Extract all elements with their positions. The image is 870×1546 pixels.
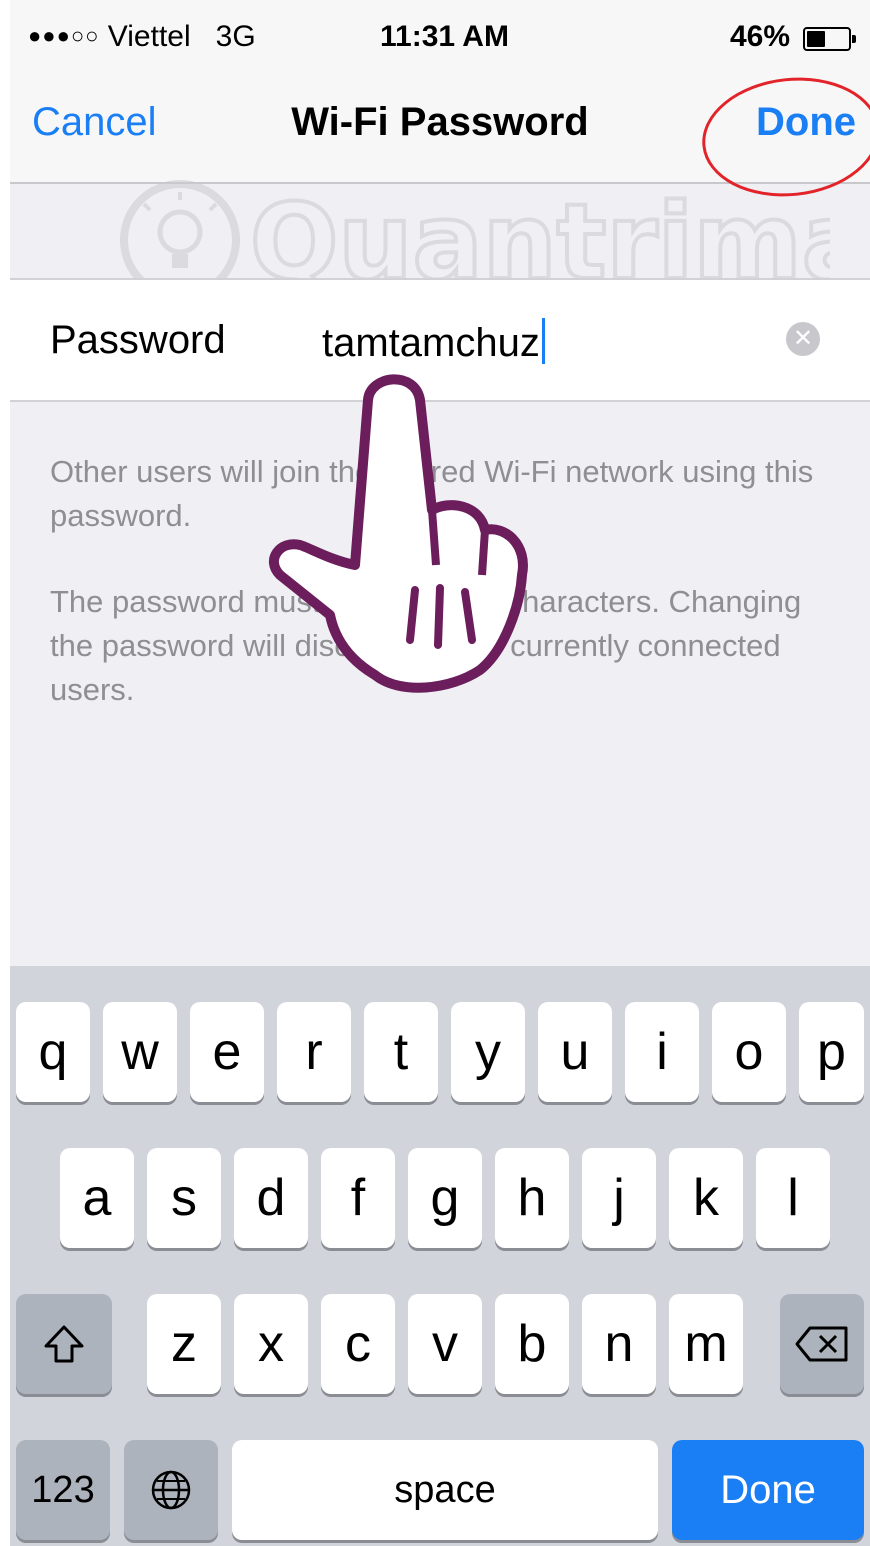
delete-key[interactable] bbox=[780, 1294, 864, 1394]
space-key[interactable]: space bbox=[232, 1440, 658, 1540]
key-t[interactable]: t bbox=[364, 1002, 438, 1102]
key-q[interactable]: q bbox=[16, 1002, 90, 1102]
screen: ●●●○○ Viettel 3G 11:31 AM 46% Cancel Wi-… bbox=[10, 0, 870, 1546]
network-type: 3G bbox=[215, 20, 256, 53]
keyboard-done-key[interactable]: Done bbox=[672, 1440, 864, 1540]
key-c[interactable]: c bbox=[321, 1294, 395, 1394]
keyboard: q w e r t y u i o p a s d f g h j k l z … bbox=[10, 966, 870, 1546]
key-j[interactable]: j bbox=[582, 1148, 656, 1248]
key-i[interactable]: i bbox=[625, 1002, 699, 1102]
delete-icon bbox=[795, 1326, 848, 1362]
key-b[interactable]: b bbox=[495, 1294, 569, 1394]
globe-icon bbox=[151, 1470, 191, 1510]
clear-text-icon[interactable]: ✕ bbox=[786, 322, 820, 356]
key-u[interactable]: u bbox=[538, 1002, 612, 1102]
footer-note-shared: Other users will join the shared Wi-Fi n… bbox=[50, 454, 814, 533]
key-l[interactable]: l bbox=[756, 1148, 830, 1248]
key-s[interactable]: s bbox=[147, 1148, 221, 1248]
key-z[interactable]: z bbox=[147, 1294, 221, 1394]
key-x[interactable]: x bbox=[234, 1294, 308, 1394]
password-row[interactable]: Password tamtamchuz ✕ bbox=[10, 278, 870, 402]
password-input[interactable]: tamtamchuz bbox=[322, 318, 545, 366]
globe-key[interactable] bbox=[124, 1440, 218, 1540]
battery-fill bbox=[807, 31, 825, 47]
key-n[interactable]: n bbox=[582, 1294, 656, 1394]
shift-key[interactable] bbox=[16, 1294, 112, 1394]
numbers-key[interactable]: 123 bbox=[16, 1440, 110, 1540]
key-a[interactable]: a bbox=[60, 1148, 134, 1248]
key-h[interactable]: h bbox=[495, 1148, 569, 1248]
key-m[interactable]: m bbox=[669, 1294, 743, 1394]
signal-strength-icon: ●●●○○ bbox=[28, 23, 100, 48]
status-bar: ●●●○○ Viettel 3G 11:31 AM 46% bbox=[10, 0, 870, 72]
battery-percent: 46% bbox=[730, 20, 791, 53]
battery-icon bbox=[803, 27, 856, 51]
carrier-name: Viettel bbox=[107, 20, 191, 53]
battery-nub bbox=[852, 35, 856, 43]
key-o[interactable]: o bbox=[712, 1002, 786, 1102]
carrier-info: ●●●○○ Viettel 3G bbox=[28, 20, 256, 54]
key-k[interactable]: k bbox=[669, 1148, 743, 1248]
password-label: Password bbox=[50, 318, 226, 362]
key-v[interactable]: v bbox=[408, 1294, 482, 1394]
footer-note-length: The password must be at least 8 characte… bbox=[50, 584, 802, 707]
key-p[interactable]: p bbox=[799, 1002, 864, 1102]
key-y[interactable]: y bbox=[451, 1002, 525, 1102]
key-f[interactable]: f bbox=[321, 1148, 395, 1248]
cancel-button[interactable]: Cancel bbox=[32, 100, 157, 145]
key-g[interactable]: g bbox=[408, 1148, 482, 1248]
key-r[interactable]: r bbox=[277, 1002, 351, 1102]
text-cursor bbox=[541, 318, 545, 364]
shift-icon bbox=[44, 1325, 84, 1363]
key-w[interactable]: w bbox=[103, 1002, 177, 1102]
password-value: tamtamchuz bbox=[322, 321, 540, 365]
key-d[interactable]: d bbox=[234, 1148, 308, 1248]
key-e[interactable]: e bbox=[190, 1002, 264, 1102]
status-time: 11:31 AM bbox=[380, 20, 509, 53]
